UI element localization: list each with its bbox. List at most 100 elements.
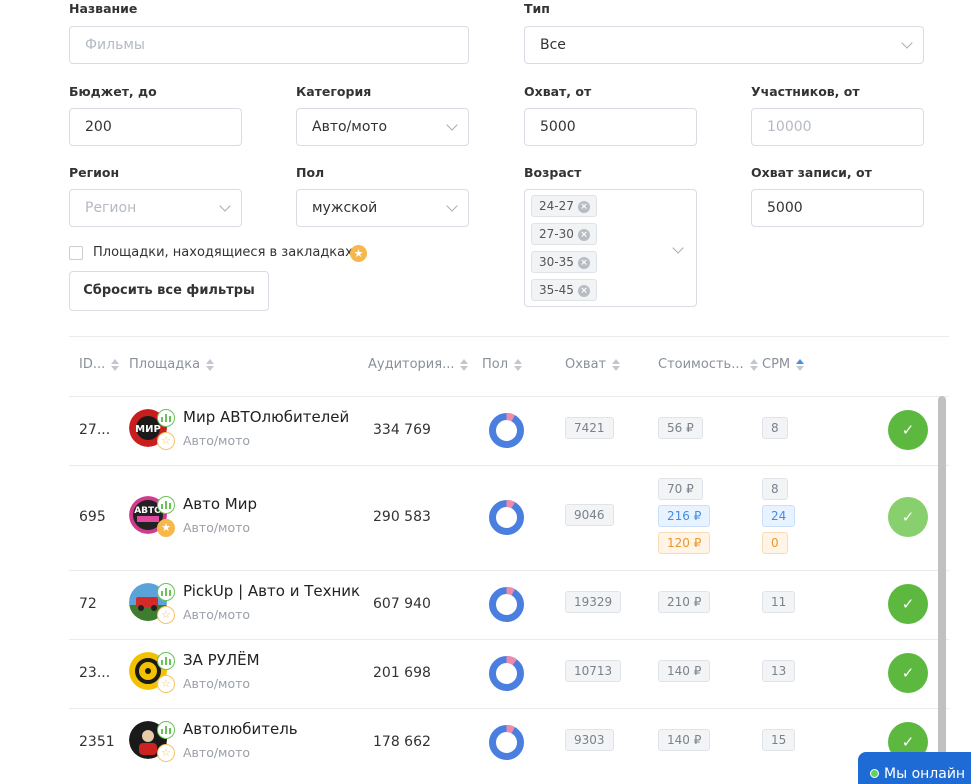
select-button[interactable]: ✓ [888,584,928,624]
star-outline-icon[interactable]: ☆ [157,432,175,450]
sort-icon [749,358,758,371]
gender-donut [489,587,524,622]
sort-asc-icon [796,358,805,371]
star-outline-icon[interactable]: ☆ [157,606,175,624]
gender-donut [489,656,524,691]
header-platform-label: Площадка [129,357,201,372]
cost-chip[interactable]: 70 ₽ [658,478,703,500]
chevron-down-icon [672,242,684,254]
select-button[interactable]: ✓ [888,410,928,450]
region-label: Регион [69,165,120,180]
table-row[interactable]: 23... ☆ ЗА РУЛЁМ Авто/мото 201 698 10713… [69,639,949,708]
cost-chip[interactable]: 56 ₽ [658,417,703,439]
cpm-chip: 8 [762,478,788,500]
row-id: 72 [79,596,97,612]
stats-icon[interactable] [157,721,175,739]
platform-name[interactable]: Автолюбитель [183,720,298,738]
header-platform[interactable]: Площадка [129,357,215,372]
sort-icon [111,358,120,371]
cpm-chip: 0 [762,532,788,554]
region-select[interactable]: Регион [69,189,242,227]
platform-category: Авто/мото [183,745,251,760]
gender-select[interactable]: мужской [296,189,469,227]
header-audience-label: Аудитория... [368,357,455,372]
remove-tag-icon[interactable]: × [578,285,590,297]
members-input[interactable]: 10000 [751,108,924,146]
online-chat-button[interactable]: Мы онлайн [858,752,971,784]
scrollbar[interactable] [938,396,946,784]
header-gender[interactable]: Пол [482,357,523,372]
budget-input[interactable]: 200 [69,108,242,146]
remove-tag-icon[interactable]: × [578,257,590,269]
platform-category: Авто/мото [183,676,251,691]
stats-icon[interactable] [157,496,175,514]
star-outline-icon[interactable]: ☆ [157,744,175,762]
header-cpm-label: CPM [762,357,791,372]
reach-chip: 7421 [565,417,614,439]
header-cost[interactable]: Стоимость... [658,357,758,372]
platform-name[interactable]: Авто Мир [183,495,257,513]
stats-icon[interactable] [157,583,175,601]
bookmarks-checkbox[interactable] [69,246,83,260]
table-row[interactable]: 2351 ☆ Автолюбитель Авто/мото 178 662 93… [69,708,949,777]
cost-chip[interactable]: 216 ₽ [658,505,711,527]
table-row[interactable]: 695 АВТО ★ Авто Мир Авто/мото 290 583 90… [69,465,949,570]
select-button[interactable]: ✓ [888,497,928,537]
audience-value: 178 662 [373,734,431,750]
audience-value: 334 769 [373,422,431,438]
name-input[interactable]: Фильмы [69,26,469,64]
age-multiselect[interactable]: 24-27 × 27-30 × 30-35 × 35-45 × [524,189,697,307]
audience-value: 290 583 [373,509,431,525]
stats-icon[interactable] [157,652,175,670]
header-audience[interactable]: Аудитория... [368,357,469,372]
chevron-down-icon [446,119,458,131]
category-value: Авто/мото [312,119,388,135]
category-select[interactable]: Авто/мото [296,108,469,146]
cost-chip[interactable]: 120 ₽ [658,532,711,554]
name-label: Название [69,1,138,16]
remove-tag-icon[interactable]: × [578,229,590,241]
reach-input[interactable]: 5000 [524,108,697,146]
cpm-chip: 13 [762,660,796,682]
cost-chip[interactable]: 210 ₽ [658,591,711,613]
reset-filters-button[interactable]: Сбросить все фильтры [69,271,269,311]
header-reach[interactable]: Охват [565,357,621,372]
reach-chip: 9303 [565,729,614,751]
platform-name[interactable]: PickUp | Авто и Техник [183,582,360,600]
age-tag[interactable]: 24-27 × [531,195,597,217]
remove-tag-icon[interactable]: × [578,201,590,213]
cost-chip[interactable]: 140 ₽ [658,660,711,682]
type-select[interactable]: Все [524,26,924,64]
cost-chip[interactable]: 140 ₽ [658,729,711,751]
divider [69,336,949,337]
cpm-chip: 15 [762,729,796,751]
age-tag-label: 24-27 [539,199,574,213]
reach-chip: 10713 [565,660,622,682]
header-id[interactable]: ID... [79,357,120,372]
age-tag[interactable]: 35-45 × [531,279,597,301]
online-status-icon [870,769,879,778]
star-outline-icon[interactable]: ☆ [157,675,175,693]
age-tag[interactable]: 27-30 × [531,223,597,245]
header-cpm[interactable]: CPM [762,357,805,372]
star-icon: ★ [350,245,367,262]
members-label: Участников, от [751,84,860,99]
platform-category: Авто/мото [183,607,251,622]
select-button[interactable]: ✓ [888,653,928,693]
table-row[interactable]: 72 ☆ PickUp | Авто и Техник Авто/мото 60… [69,570,949,639]
chevron-down-icon [219,200,231,212]
platform-name[interactable]: ЗА РУЛЁМ [183,651,260,669]
type-value: Все [540,37,566,53]
stats-icon[interactable] [157,409,175,427]
platform-category: Авто/мото [183,520,251,535]
gender-donut [489,500,524,535]
age-tag[interactable]: 30-35 × [531,251,597,273]
star-filled-icon[interactable]: ★ [157,519,175,537]
sort-icon [460,358,469,371]
platform-name[interactable]: Мир АВТОлюбителей [183,408,349,426]
post-reach-input[interactable]: 5000 [751,189,924,227]
table-row[interactable]: 27... МИР ☆ Мир АВТОлюбителей Авто/мото … [69,396,949,465]
cpm-chip: 11 [762,591,796,613]
male-share-arc [489,656,524,691]
row-id: 23... [79,665,111,681]
